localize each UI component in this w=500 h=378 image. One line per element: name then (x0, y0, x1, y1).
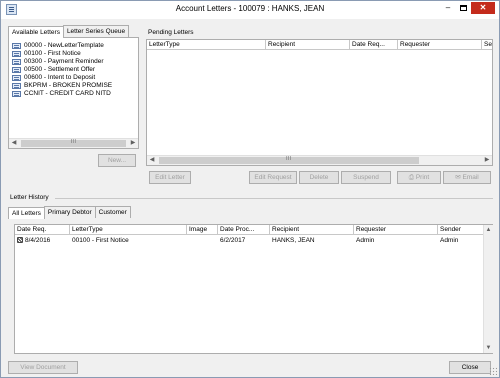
printer-icon: ⎙ (408, 174, 416, 181)
maximize-icon (459, 4, 467, 11)
list-item[interactable]: BKPRM - BROKEN PROMISE (12, 82, 112, 90)
column-header[interactable]: Image (187, 225, 218, 234)
scroll-grip: III (70, 139, 77, 145)
email-button[interactable]: ✉ Email (443, 171, 491, 184)
list-item-label: 00500 - Settlement Offer (24, 66, 96, 73)
table-row[interactable]: 8/4/2016 00100 - First Notice 6/2/2017 H… (15, 236, 492, 245)
pending-grid-header: LetterType Recipient Date Req... Request… (147, 40, 492, 50)
list-item-label: BKPRM - BROKEN PROMISE (24, 82, 113, 89)
cell-requester: Admin (356, 237, 375, 244)
column-header[interactable]: Sender (438, 225, 483, 234)
pending-letters-title: Pending Letters (148, 29, 194, 36)
column-header[interactable]: Requester (354, 225, 438, 234)
scroll-up-icon[interactable]: ▲ (484, 225, 493, 235)
letter-template-icon (12, 67, 21, 73)
cell-sender: Admin (440, 237, 459, 244)
scroll-down-icon[interactable]: ▼ (484, 343, 493, 353)
email-icon: ✉ (455, 174, 463, 181)
available-letters-hscrollbar[interactable]: ◀ III ▶ (9, 138, 138, 148)
scroll-grip: III (286, 156, 292, 162)
cell-text: 8/4/2016 (25, 237, 51, 244)
title-bar[interactable]: Account Letters - 100079 : HANKS, JEAN –… (1, 1, 499, 19)
pending-letters-grid[interactable]: LetterType Recipient Date Req... Request… (146, 39, 493, 166)
list-item[interactable]: 00100 - First Notice (12, 50, 81, 58)
column-header[interactable]: LetterType (147, 40, 266, 49)
column-header[interactable]: Date Req... (350, 40, 398, 49)
list-item-label: 00000 - NewLetterTemplate (24, 42, 104, 49)
left-tab-strip: Available Letters Letter Series Queue (8, 25, 130, 38)
list-item[interactable]: 00600 - Intent to Deposit (12, 74, 95, 82)
letter-template-icon (12, 43, 21, 49)
column-header[interactable]: Recipient (266, 40, 350, 49)
suspend-button[interactable]: Suspend (341, 171, 391, 184)
cell-date-proc: 6/2/2017 (220, 237, 246, 244)
letter-template-icon (12, 91, 21, 97)
edit-letter-button[interactable]: Edit Letter (149, 171, 191, 184)
scroll-left-icon[interactable]: ◀ (9, 139, 19, 148)
column-header[interactable]: Date Proc... (218, 225, 270, 234)
email-button-label: Email (462, 174, 479, 181)
tab-letter-series-queue[interactable]: Letter Series Queue (62, 25, 130, 37)
list-item-label: CCNIT - CREDIT CARD NITD (24, 90, 111, 97)
column-header[interactable]: Ser (482, 40, 492, 49)
tab-available-letters[interactable]: Available Letters (8, 26, 64, 38)
tab-customer[interactable]: Customer (94, 206, 131, 218)
available-letters-list[interactable]: 00000 - NewLetterTemplate 00100 - First … (8, 37, 139, 149)
list-item[interactable]: CCNIT - CREDIT CARD NITD (12, 90, 111, 98)
history-grid-header: Date Req. LetterType Image Date Proc... … (15, 225, 483, 235)
history-divider (55, 198, 493, 199)
cell-image (187, 236, 218, 245)
tab-primary-debtor[interactable]: Primary Debtor (43, 206, 96, 218)
new-letter-button[interactable]: New... (98, 154, 136, 167)
letter-history-title: Letter History (10, 194, 49, 201)
list-item-label: 00300 - Payment Reminder (24, 58, 104, 65)
cell-recipient: HANKS, JEAN (272, 237, 315, 244)
close-button[interactable]: Close (449, 361, 491, 374)
list-item[interactable]: 00300 - Payment Reminder (12, 58, 104, 66)
view-document-button[interactable]: View Document (8, 361, 78, 374)
scroll-thumb[interactable]: III (21, 139, 126, 147)
cell-letter-type: 00100 - First Notice (72, 237, 129, 244)
cell-date-req: 8/4/2016 (15, 236, 70, 245)
letter-template-icon (12, 59, 21, 65)
scroll-right-icon[interactable]: ▶ (482, 156, 492, 165)
delete-button[interactable]: Delete (299, 171, 339, 184)
letter-template-icon (12, 83, 21, 89)
list-item-label: 00600 - Intent to Deposit (24, 74, 96, 81)
letter-history-grid[interactable]: Date Req. LetterType Image Date Proc... … (14, 224, 493, 354)
letter-template-icon (12, 51, 21, 57)
column-header[interactable]: LetterType (70, 225, 187, 234)
account-letters-window: Account Letters - 100079 : HANKS, JEAN –… (0, 0, 500, 378)
history-vscrollbar[interactable]: ▲ ▼ (483, 225, 493, 353)
resize-grip-icon[interactable] (489, 367, 497, 375)
column-header[interactable]: Requester (398, 40, 482, 49)
column-header[interactable]: Recipient (270, 225, 354, 234)
maximize-button[interactable] (456, 2, 470, 14)
close-window-button[interactable]: ✕ (471, 2, 495, 14)
scroll-left-icon[interactable]: ◀ (147, 156, 157, 165)
edit-request-button[interactable]: Edit Request (249, 171, 297, 184)
tab-all-letters[interactable]: All Letters (8, 207, 45, 219)
print-button-label: Print (415, 174, 430, 181)
window-title: Account Letters - 100079 : HANKS, JEAN (175, 4, 325, 13)
pending-hscrollbar[interactable]: ◀ III ▶ (147, 155, 492, 165)
history-tab-strip: All Letters Primary Debtor Customer (8, 206, 131, 219)
print-button[interactable]: ⎙ Print (397, 171, 441, 184)
letter-status-icon (17, 237, 23, 243)
minimize-button[interactable]: – (441, 2, 455, 14)
scroll-thumb[interactable]: III (159, 156, 419, 164)
scroll-right-icon[interactable]: ▶ (128, 139, 138, 148)
letter-template-icon (12, 75, 21, 81)
list-item[interactable]: 00500 - Settlement Offer (12, 66, 95, 74)
column-header[interactable]: Date Req. (15, 225, 70, 234)
list-item[interactable]: 00000 - NewLetterTemplate (12, 42, 104, 50)
list-item-label: 00100 - First Notice (24, 50, 81, 57)
